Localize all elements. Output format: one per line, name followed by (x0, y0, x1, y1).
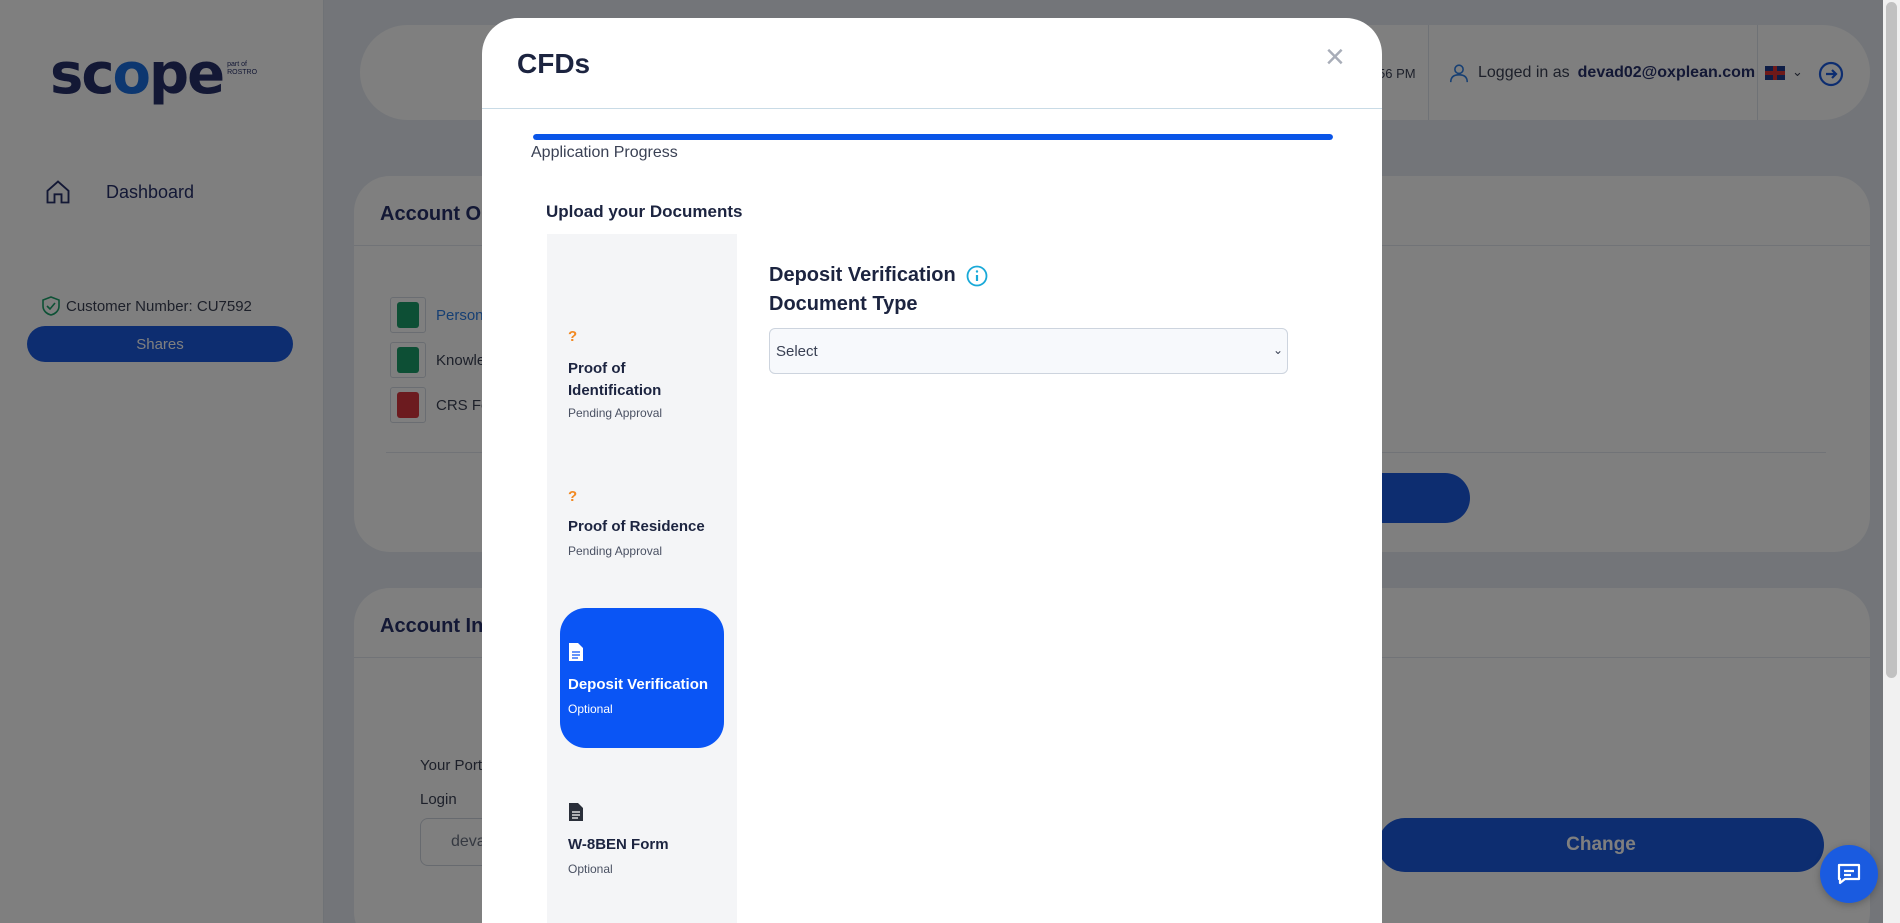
chat-button[interactable] (1820, 845, 1878, 903)
document-status: Pending Approval (568, 544, 663, 558)
cfds-modal: CFDs × Application Progress Upload your … (482, 18, 1382, 923)
scrollbar-thumb[interactable] (1886, 2, 1897, 678)
chat-icon (1837, 863, 1861, 885)
upload-documents-title: Upload your Documents (546, 202, 743, 221)
document-status: Pending Approval (568, 406, 663, 420)
modal-divider (482, 108, 1382, 109)
progress-label: Application Progress (531, 144, 678, 161)
file-icon (569, 803, 583, 821)
document-status: Optional (568, 702, 613, 716)
document-item-w8ben-form[interactable]: W-8BEN Form Optional (560, 768, 724, 908)
progress-fill (533, 134, 1333, 140)
document-status: Optional (568, 862, 613, 876)
document-type-label: Document Type (769, 293, 918, 315)
document-name: Deposit Verification (568, 676, 709, 693)
file-icon (569, 643, 583, 661)
close-icon[interactable]: × (1325, 40, 1345, 74)
document-name: Proof of Residence (568, 518, 705, 535)
document-item-proof-of-identification[interactable]: ? Proof of Identification Pending Approv… (560, 310, 724, 450)
application-progress-bar (533, 134, 1333, 140)
document-name: Proof of Identification (568, 360, 662, 399)
info-icon[interactable] (966, 265, 988, 287)
pending-question-icon: ? (568, 488, 578, 505)
section-title: Deposit Verification (769, 264, 988, 287)
modal-title: CFDs (517, 48, 591, 79)
document-name: W-8BEN Form (568, 836, 669, 853)
document-type-select[interactable]: Select (769, 328, 1288, 374)
chevron-down-icon[interactable]: ⌄ (1273, 343, 1283, 357)
document-item-proof-of-residence[interactable]: ? Proof of Residence Pending Approval (560, 470, 724, 610)
pending-question-icon: ? (568, 328, 578, 345)
document-list: ? Proof of Identification Pending Approv… (547, 234, 737, 923)
document-item-deposit-verification[interactable]: Deposit Verification Optional (560, 608, 724, 748)
